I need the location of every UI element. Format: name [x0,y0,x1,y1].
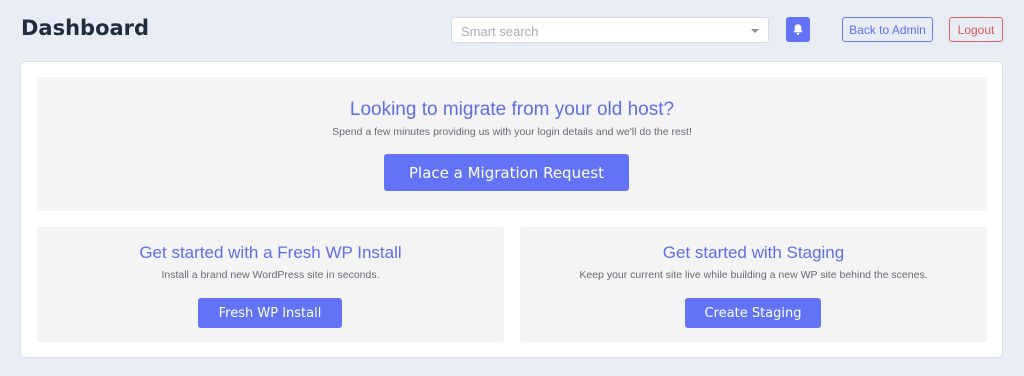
top-bar: Dashboard Back to Admin Logout [0,0,1024,60]
migration-panel: Looking to migrate from your old host? S… [37,77,987,211]
page-title: Dashboard [21,16,150,40]
notifications-button[interactable] [786,17,810,42]
chevron-down-icon[interactable] [751,29,759,33]
logout-button[interactable]: Logout [949,17,1003,42]
search-input[interactable] [461,22,741,40]
back-to-admin-button[interactable]: Back to Admin [842,17,933,42]
fresh-install-heading: Get started with a Fresh WP Install [139,243,402,262]
dashboard-card: Looking to migrate from your old host? S… [20,61,1003,358]
smart-search-select[interactable] [451,17,769,43]
staging-panel: Get started with Staging Keep your curre… [520,227,987,342]
place-migration-request-button[interactable]: Place a Migration Request [384,154,629,191]
fresh-install-description: Install a brand new WordPress site in se… [161,269,380,281]
migration-heading: Looking to migrate from your old host? [349,99,675,120]
bell-icon [793,24,803,35]
staging-heading: Get started with Staging [662,243,845,262]
fresh-wp-install-button[interactable]: Fresh WP Install [198,298,342,328]
staging-description: Keep your current site live while buildi… [579,269,928,281]
create-staging-button[interactable]: Create Staging [685,298,821,328]
migration-description: Spend a few minutes providing us with yo… [332,126,692,138]
fresh-install-panel: Get started with a Fresh WP Install Inst… [37,227,504,342]
